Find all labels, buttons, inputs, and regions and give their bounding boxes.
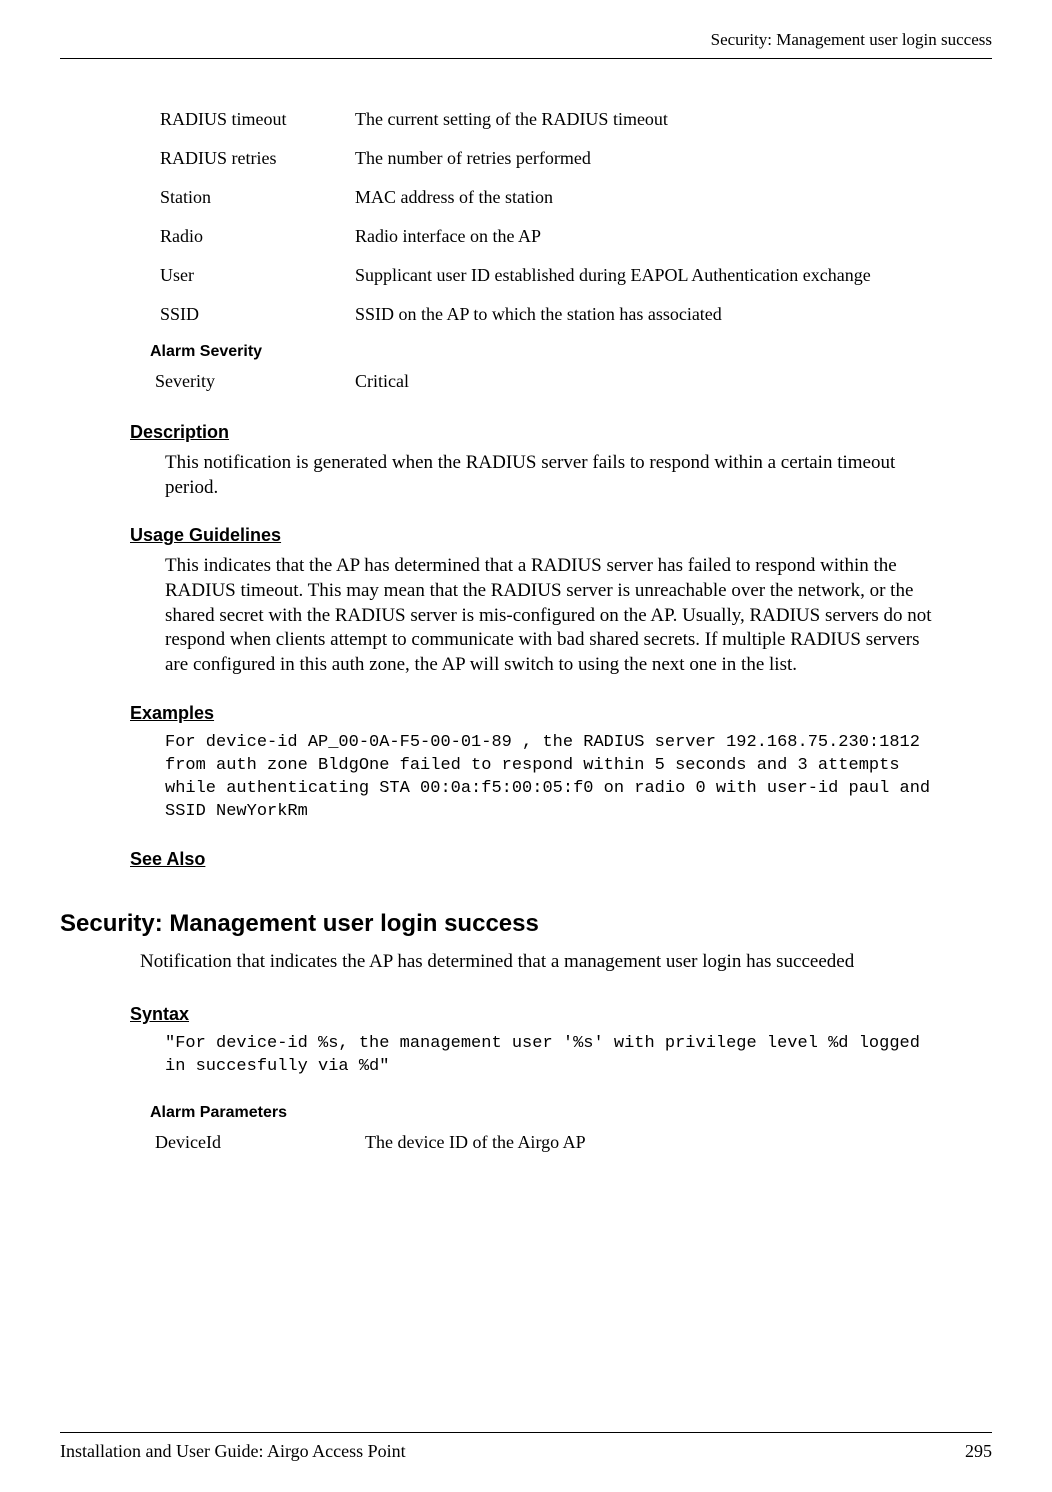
usage-text: This indicates that the AP has determine… <box>165 554 932 677</box>
page-header: Security: Management user login success <box>60 30 992 59</box>
description-heading: Description <box>130 422 992 443</box>
table-row: SSID SSID on the AP to which the station… <box>160 304 992 325</box>
param-desc: SSID on the AP to which the station has … <box>355 304 722 325</box>
param-name: Radio <box>160 226 355 247</box>
param-desc: The device ID of the Airgo AP <box>365 1132 586 1153</box>
table-row: DeviceId The device ID of the Airgo AP <box>155 1132 992 1153</box>
description-text: This notification is generated when the … <box>165 451 932 500</box>
param-desc: The number of retries performed <box>355 148 591 169</box>
syntax-text: "For device-id %s, the management user '… <box>165 1033 932 1079</box>
param-desc: MAC address of the station <box>355 187 553 208</box>
param-name: Station <box>160 187 355 208</box>
footer-page-number: 295 <box>965 1441 992 1462</box>
alarm-severity-label: Alarm Severity <box>150 343 992 361</box>
section-intro: Notification that indicates the AP has d… <box>140 950 932 975</box>
examples-heading: Examples <box>130 703 992 724</box>
param-name: DeviceId <box>155 1132 365 1153</box>
table-row: RADIUS retries The number of retries per… <box>160 148 992 169</box>
severity-value: Critical <box>355 371 409 392</box>
table-row: Radio Radio interface on the AP <box>160 226 992 247</box>
severity-row: Severity Critical <box>155 371 992 392</box>
usage-heading: Usage Guidelines <box>130 525 992 546</box>
param-name: SSID <box>160 304 355 325</box>
table-row: User Supplicant user ID established duri… <box>160 265 992 286</box>
parameter-table-top: RADIUS timeout The current setting of th… <box>160 109 992 325</box>
severity-name: Severity <box>155 371 355 392</box>
table-row: Station MAC address of the station <box>160 187 992 208</box>
table-row: RADIUS timeout The current setting of th… <box>160 109 992 130</box>
parameter-table-bottom: DeviceId The device ID of the Airgo AP <box>155 1132 992 1153</box>
footer-left: Installation and User Guide: Airgo Acces… <box>60 1441 406 1462</box>
param-desc: Supplicant user ID established during EA… <box>355 265 871 286</box>
page-footer: Installation and User Guide: Airgo Acces… <box>60 1432 992 1462</box>
param-desc: The current setting of the RADIUS timeou… <box>355 109 668 130</box>
see-also-heading: See Also <box>130 849 992 870</box>
section-heading: Security: Management user login success <box>60 910 992 938</box>
param-desc: Radio interface on the AP <box>355 226 541 247</box>
examples-text: For device-id AP_00-0A-F5-00-01-89 , the… <box>165 732 932 824</box>
alarm-params-label: Alarm Parameters <box>150 1104 992 1122</box>
param-name: RADIUS retries <box>160 148 355 169</box>
syntax-heading: Syntax <box>130 1004 992 1025</box>
param-name: User <box>160 265 355 286</box>
param-name: RADIUS timeout <box>160 109 355 130</box>
